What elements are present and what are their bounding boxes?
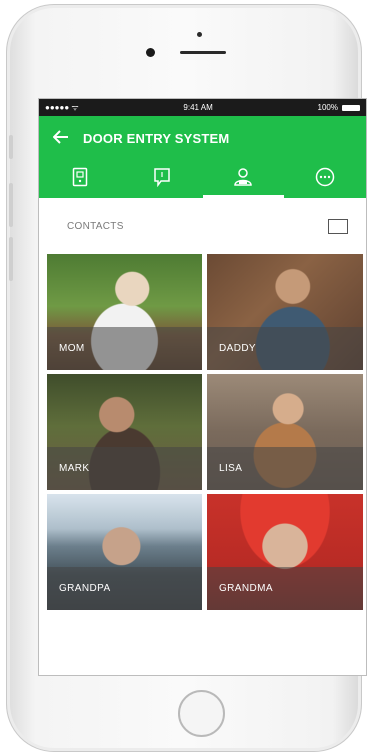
mute-switch [9, 135, 13, 159]
proximity-sensor [197, 32, 202, 37]
contacts-grid: MOM DADDY MARK LISA GRANDPA GRANDMA [39, 254, 366, 610]
contact-name: GRANDPA [47, 567, 202, 610]
contact-tile[interactable]: LISA [207, 374, 363, 490]
section-label: CONTACTS [67, 220, 124, 232]
contact-tile[interactable]: MOM [47, 254, 202, 370]
signal-indicator: ●●●●● ᯤ [45, 103, 79, 112]
contact-name: MOM [47, 327, 202, 370]
status-time: 9:41 AM [183, 103, 213, 112]
contact-name: GRANDMA [207, 567, 363, 610]
phone-frame: ●●●●● ᯤ 9:41 AM 100% DOOR ENTRY SYSTEM C… [6, 4, 367, 752]
volume-up-button [9, 183, 13, 227]
battery-percent: 100% [317, 103, 338, 112]
entry-panel-icon [72, 167, 88, 192]
contact-tile[interactable]: GRANDMA [207, 494, 363, 610]
volume-down-button [9, 237, 13, 281]
app-screen: ●●●●● ᯤ 9:41 AM 100% DOOR ENTRY SYSTEM C… [38, 98, 367, 676]
home-button[interactable] [178, 690, 225, 737]
contact-tile[interactable]: GRANDPA [47, 494, 202, 610]
earpiece-speaker [180, 51, 226, 54]
more-icon [315, 167, 335, 192]
contact-name: DADDY [207, 327, 363, 370]
select-checkbox[interactable] [328, 218, 348, 234]
battery-indicator: 100% [318, 103, 360, 112]
contacts-icon [232, 167, 254, 192]
contact-tile[interactable]: MARK [47, 374, 202, 490]
app-bar: DOOR ENTRY SYSTEM [39, 116, 366, 160]
app-title: DOOR ENTRY SYSTEM [83, 130, 230, 146]
front-camera-icon [146, 48, 155, 57]
contact-name: MARK [47, 447, 202, 490]
tab-bar [39, 160, 366, 198]
tab-contacts[interactable] [202, 160, 285, 198]
contacts-header: CONTACTS [39, 198, 366, 254]
tab-entry-panel[interactable] [39, 160, 121, 198]
status-bar: ●●●●● ᯤ 9:41 AM 100% [39, 99, 366, 116]
tab-messages[interactable] [121, 160, 203, 198]
message-icon [153, 167, 171, 192]
tab-more[interactable] [284, 160, 366, 198]
battery-icon [341, 104, 360, 111]
contact-tile[interactable]: DADDY [207, 254, 363, 370]
contact-name: LISA [207, 447, 363, 490]
back-arrow-icon[interactable] [52, 129, 69, 147]
